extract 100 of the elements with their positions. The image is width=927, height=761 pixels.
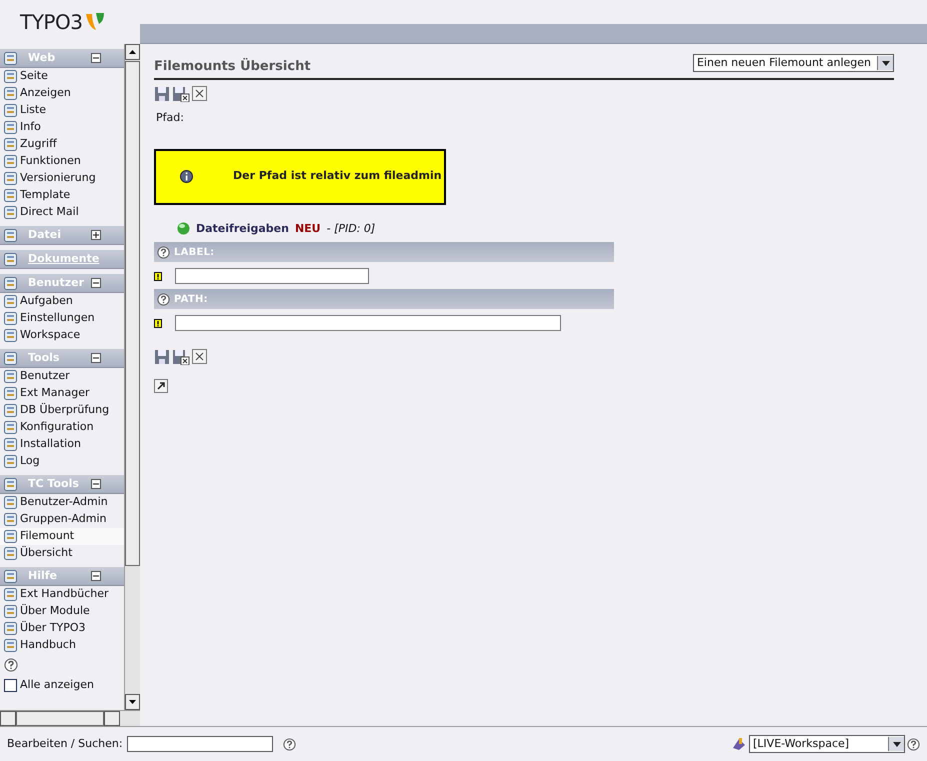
save-close-icon[interactable] [172, 86, 190, 102]
search-field[interactable] [126, 736, 273, 752]
close-icon[interactable] [192, 349, 207, 364]
field-label: PATH: [174, 292, 208, 306]
menu-item[interactable]: Liste [0, 102, 124, 119]
collapse-icon[interactable] [91, 479, 101, 489]
module-icon [3, 568, 18, 584]
menu-item[interactable]: DB Überprüfung [0, 402, 124, 419]
menu-item[interactable]: Workspace [0, 327, 124, 344]
menu-item[interactable]: Über Module [0, 603, 124, 620]
module-icon [3, 228, 18, 242]
record-title: Dateifreigaben [196, 220, 289, 236]
module-icon [3, 50, 18, 66]
module-icon [3, 294, 18, 309]
module-icon [3, 350, 18, 366]
save-close-icon[interactable] [172, 349, 190, 365]
field-label: LABEL: [174, 246, 214, 260]
scroll-up-icon[interactable] [129, 50, 136, 54]
menu-item[interactable]: Handbuch [0, 637, 124, 654]
caret-icon [882, 60, 890, 66]
save-icon[interactable] [154, 349, 170, 365]
module-icon [3, 120, 18, 135]
module-icon [3, 103, 18, 118]
expand-icon[interactable] [91, 230, 101, 240]
help-icon[interactable] [907, 738, 920, 750]
menu-item[interactable]: Einstellungen [0, 310, 124, 327]
menu-item[interactable]: Konfiguration [0, 419, 124, 436]
module-icon [3, 276, 18, 290]
workspace-select[interactable]: [LIVE-Workspace] [749, 734, 905, 754]
menu-item[interactable]: Anzeigen [0, 85, 124, 102]
scroll-down-icon[interactable] [129, 700, 136, 704]
text-field[interactable] [175, 268, 369, 284]
workspace-icon [731, 736, 747, 752]
section-title: TC Tools [28, 476, 80, 492]
page-title: Filemounts Übersicht [154, 57, 311, 76]
module-icon [3, 495, 18, 510]
text-field[interactable] [175, 315, 561, 331]
menu-item[interactable]: Gruppen-Admin [0, 511, 124, 528]
close-icon[interactable] [192, 86, 207, 101]
module-icon [3, 252, 18, 266]
help-icon[interactable] [157, 292, 170, 306]
menu-item[interactable]: Ext Manager [0, 385, 124, 402]
module-icon [3, 137, 18, 152]
module-icon [3, 386, 18, 401]
collapse-icon[interactable] [91, 353, 101, 363]
menu-item[interactable]: Info [0, 119, 124, 136]
menu-item[interactable]: Aufgaben [0, 293, 124, 310]
menu-item[interactable]: Übersicht [0, 545, 124, 562]
collapse-icon[interactable] [91, 278, 101, 288]
collapse-icon[interactable] [91, 53, 101, 63]
module-icon [3, 621, 18, 636]
section-title: Benutzer [28, 274, 85, 291]
globe-icon [177, 222, 190, 236]
horizontal-scrollbar[interactable] [0, 710, 140, 726]
show-all-checkbox-row[interactable]: Alle anzeigen [0, 677, 124, 694]
menu-item[interactable]: Ext Handbücher [0, 586, 124, 603]
module-icon [3, 420, 18, 435]
info-text: Der Pfad ist relativ zum fileadmin [233, 168, 442, 184]
module-icon [3, 86, 18, 101]
vertical-scrollbar[interactable] [124, 44, 140, 710]
module-icon [3, 437, 18, 452]
menu-item[interactable]: Versionierung [0, 170, 124, 187]
logo-text: TYPO3 [20, 9, 82, 36]
menu-item[interactable]: Installation [0, 436, 124, 453]
menu-item[interactable]: Log [0, 453, 124, 470]
menu-item[interactable]: Benutzer-Admin [0, 494, 124, 511]
module-icon [3, 454, 18, 469]
module-icon [3, 638, 18, 653]
required-icon [154, 318, 162, 328]
menu-item[interactable]: Zugriff [0, 136, 124, 153]
help-icon[interactable] [157, 246, 170, 258]
module-icon [3, 512, 18, 527]
menu-item[interactable]: Direct Mail [0, 204, 124, 221]
module-icon [3, 604, 18, 619]
search-label: Bearbeiten / Suchen: [7, 736, 123, 752]
collapse-icon[interactable] [91, 571, 101, 581]
record-pid: - [PID: 0] [326, 220, 376, 236]
section-title: Hilfe [28, 568, 58, 584]
logo-icon [84, 12, 106, 32]
module-icon [3, 188, 18, 203]
section-title: Datei [28, 226, 62, 243]
module-icon [3, 546, 18, 561]
caret-icon [892, 742, 900, 746]
menu-item[interactable]: Über TYPO3 [0, 620, 124, 637]
module-icon [3, 205, 18, 220]
menu-item[interactable]: Template [0, 187, 124, 204]
info-icon [180, 170, 193, 183]
menu-item[interactable]: Filemount [0, 528, 124, 545]
menu-item[interactable]: Benutzer [0, 368, 124, 385]
help-icon[interactable] [282, 738, 296, 750]
module-icon [3, 69, 18, 84]
menu-item[interactable]: Seite [0, 68, 124, 85]
new-record-select[interactable]: Einen neuen Filemount anlegen [692, 54, 894, 72]
help-icon[interactable] [4, 658, 18, 672]
module-icon [3, 154, 18, 169]
save-icon[interactable] [154, 86, 170, 102]
module-icon [3, 171, 18, 186]
shortcut-icon[interactable] [154, 379, 168, 393]
checkbox[interactable] [4, 678, 17, 692]
menu-item[interactable]: Funktionen [0, 153, 124, 170]
